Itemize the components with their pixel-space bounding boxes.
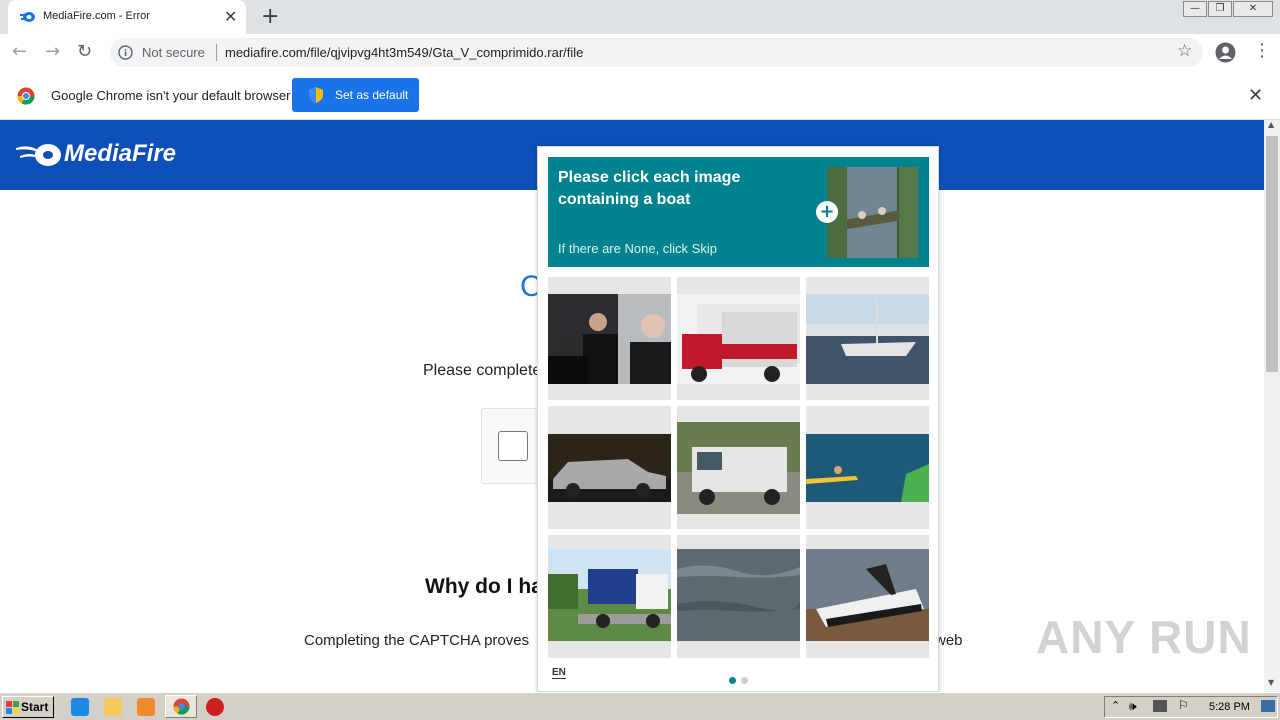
image-tile[interactable] [677, 535, 800, 658]
chrome-taskbar-button[interactable] [165, 695, 197, 718]
minimize-icon[interactable]: — [1183, 1, 1207, 17]
prompt-subtitle: If there are None, click Skip [558, 241, 717, 256]
tray-expand-icon[interactable]: ⌃ [1111, 699, 1120, 712]
tile-image-dump-truck [548, 549, 671, 641]
folder-icon[interactable] [104, 698, 122, 716]
prompt-title: Please click each image containing a boa… [558, 169, 741, 208]
zoom-plus-icon[interactable]: + [816, 201, 838, 223]
tile-image-silver-car [548, 434, 671, 502]
tile-image-speedboat [806, 549, 929, 641]
tile-image-people [548, 294, 671, 384]
infobar-close-icon[interactable]: ✕ [1248, 85, 1263, 106]
tab-active[interactable]: MediaFire.com - Error ✕ [8, 0, 246, 34]
image-tile[interactable] [677, 406, 800, 529]
url-separator [216, 44, 217, 61]
menu-kebab-icon[interactable]: ⋮ [1253, 40, 1271, 61]
page-scrollbar[interactable]: ▲ ▼ [1264, 120, 1280, 692]
media-player-icon[interactable] [137, 698, 155, 716]
reload-icon[interactable]: ↻ [77, 41, 92, 62]
set-as-default-label: Set as default [335, 88, 409, 102]
completing-text-end: web [935, 632, 963, 649]
tile-image-marina-boats [806, 294, 929, 384]
security-label: Not secure [142, 45, 205, 60]
url-text[interactable]: mediafire.com/file/qjvipvg4ht3m549/Gta_V… [225, 45, 583, 60]
browser-toolbar: ← → ↻ Not secure mediafire.com/file/qjvi… [0, 34, 1280, 71]
clock[interactable]: 5:28 PM [1209, 701, 1250, 713]
image-tile[interactable] [548, 535, 671, 658]
tab-strip: MediaFire.com - Error ✕ + — ❐ ✕ [0, 0, 1280, 34]
image-tile[interactable] [806, 535, 929, 658]
address-bar[interactable]: Not secure mediafire.com/file/qjvipvg4ht… [110, 38, 1203, 67]
image-tile[interactable] [548, 277, 671, 400]
info-icon[interactable] [118, 45, 133, 60]
show-desktop-icon[interactable] [1261, 700, 1275, 712]
image-tile[interactable] [548, 406, 671, 529]
start-label: Start [21, 700, 49, 714]
example-boat-image[interactable] [827, 167, 918, 258]
language-selector[interactable]: EN [552, 667, 566, 679]
anyrun-watermark: ANY RUN [1036, 611, 1252, 663]
image-tile[interactable] [806, 277, 929, 400]
tab-title: MediaFire.com - Error [43, 10, 150, 22]
captcha-prompt: Please click each image containing a boa… [548, 157, 929, 267]
start-button[interactable]: Start [2, 696, 54, 718]
chrome-taskbar-icon [173, 698, 190, 715]
tab-close-icon[interactable]: ✕ [224, 7, 237, 26]
mediafire-favicon-icon [20, 12, 35, 22]
network-icon[interactable] [1153, 700, 1167, 712]
image-tile[interactable] [806, 406, 929, 529]
tile-image-kayakers [806, 434, 929, 502]
bookmark-star-icon[interactable]: ☆ [1177, 41, 1192, 61]
captcha-checkbox[interactable] [498, 431, 528, 461]
page-indicator-dot [741, 677, 748, 684]
internet-explorer-icon[interactable] [71, 698, 89, 716]
forward-icon[interactable]: → [45, 41, 60, 62]
restore-icon[interactable]: ❐ [1208, 1, 1232, 17]
default-browser-infobar: Google Chrome isn't your default browser… [0, 71, 1280, 120]
why-heading: Why do I ha [425, 575, 543, 598]
opera-icon[interactable] [206, 698, 224, 716]
chrome-logo-icon [17, 87, 35, 105]
mediafire-logo-text: MediaFire [64, 140, 177, 167]
volume-icon[interactable]: 🕪 [1129, 699, 1137, 714]
set-as-default-button[interactable]: Set as default [292, 78, 419, 112]
close-window-icon[interactable]: ✕ [1233, 1, 1273, 17]
tile-image-fire-truck [677, 294, 800, 384]
captcha-instruction-text: Please complete [423, 362, 542, 379]
page-indicator-dot-active [729, 677, 736, 684]
scroll-down-icon[interactable]: ▼ [1268, 678, 1274, 687]
scroll-thumb[interactable] [1266, 136, 1278, 372]
system-tray: ⌃ 🕪 ⚐ 5:28 PM [1104, 696, 1278, 718]
windows-logo-icon [6, 701, 19, 714]
completing-text: Completing the CAPTCHA proves [304, 632, 530, 649]
windows-taskbar: Start ⌃ 🕪 ⚐ 5:28 PM [0, 692, 1280, 720]
captcha-challenge-popup: Please click each image containing a boa… [537, 146, 939, 692]
tile-image-white-truck [677, 422, 800, 514]
back-icon[interactable]: ← [12, 41, 27, 62]
tile-image-water [677, 549, 800, 641]
flag-icon[interactable]: ⚐ [1178, 698, 1189, 712]
infobar-message: Google Chrome isn't your default browser [51, 88, 291, 103]
image-tile[interactable] [677, 277, 800, 400]
profile-icon[interactable] [1215, 42, 1236, 63]
scroll-up-icon[interactable]: ▲ [1268, 120, 1274, 129]
mediafire-flame-icon [16, 144, 61, 166]
new-tab-icon[interactable]: + [261, 4, 279, 29]
shield-icon [309, 87, 323, 103]
